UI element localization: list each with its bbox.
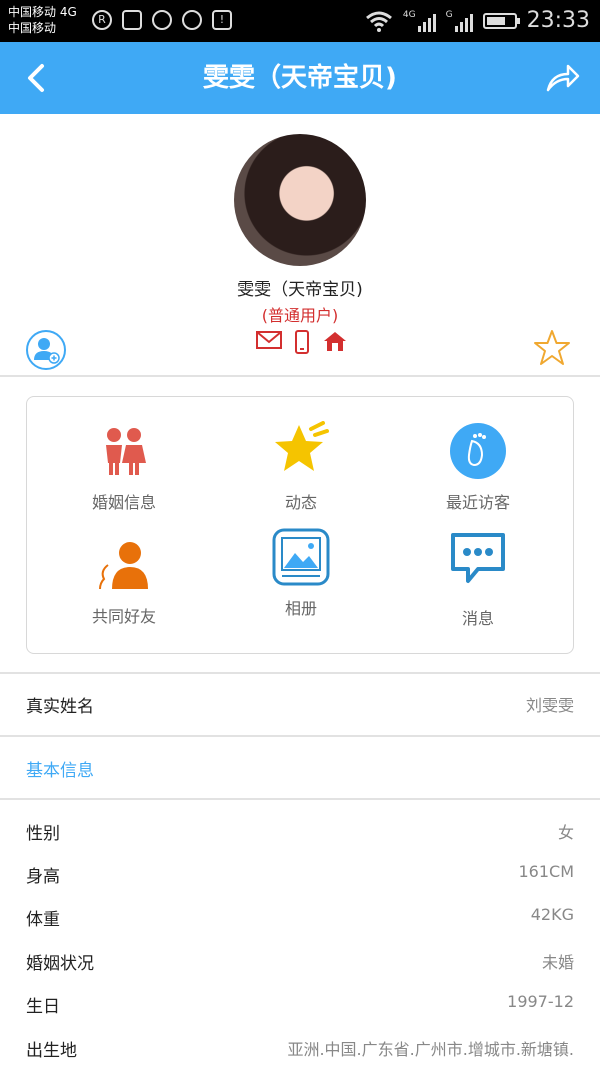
signal-g-icon: G: [446, 10, 473, 32]
status-right: 4G G 23:33: [365, 8, 590, 33]
star-burst-icon: [275, 421, 329, 471]
info-label: 生日: [26, 997, 60, 1017]
add-friend-icon: [34, 338, 60, 364]
grid-item-moments[interactable]: 动态: [221, 421, 381, 513]
page-title: 雯雯（天帝宝贝): [203, 63, 397, 93]
info-row-gender: 性别 女: [26, 819, 574, 849]
grid-item-label: 婚姻信息: [91, 493, 156, 512]
home-icon[interactable]: [322, 330, 348, 352]
real-name-row: 真实姓名 刘雯雯: [26, 692, 574, 722]
signal-4g-icon: 4G: [403, 10, 436, 32]
battery-icon: [482, 12, 520, 29]
share-button[interactable]: [544, 62, 580, 94]
feature-grid: 婚姻信息 动态 最近访客 共同好友 相册 消息: [26, 396, 574, 654]
info-label: 婚姻状况: [26, 954, 94, 974]
status-bar: 中国移动 4G 中国移动 R ! 4G G 23:33: [0, 0, 600, 42]
phone-icon[interactable]: [294, 330, 310, 354]
info-value: 未婚: [541, 953, 574, 972]
info-value: 1997-12: [507, 992, 574, 1011]
mail-icon[interactable]: [256, 330, 282, 350]
share-icon: [546, 64, 580, 92]
network-badge-g: G: [445, 9, 453, 20]
grid-item-album[interactable]: 相册: [221, 527, 381, 619]
basic-info-title: 基本信息: [26, 761, 94, 781]
image-icon: [122, 10, 142, 30]
divider: [0, 375, 600, 377]
add-friend-button[interactable]: [26, 330, 66, 370]
info-value: 161CM: [518, 862, 574, 881]
grid-item-messages[interactable]: 消息: [398, 529, 558, 629]
carrier-line-1: 中国移动 4G: [8, 5, 77, 19]
info-row-birthplace: 出生地 亚洲.中国.广东省.广州市.增城市.新塘镇.: [26, 1036, 574, 1066]
info-label: 体重: [26, 910, 60, 930]
clock: 23:33: [526, 8, 590, 33]
info-value: 女: [557, 823, 574, 842]
footprint-icon: [450, 423, 506, 479]
info-label: 性别: [26, 824, 60, 844]
grid-item-label: 共同好友: [91, 607, 156, 626]
r-app-icon: R: [92, 10, 112, 30]
wifi-icon: [365, 11, 392, 32]
photo-album-icon: [272, 528, 330, 586]
info-value: 42KG: [530, 905, 574, 924]
info-label: 身高: [26, 867, 60, 887]
grid-item-marriage-info[interactable]: 婚姻信息: [44, 421, 204, 513]
info-row-weight: 体重 42KG: [26, 905, 574, 935]
hand-icon: [152, 10, 172, 30]
info-row-birthday: 生日 1997-12: [26, 992, 574, 1022]
favorite-star-icon[interactable]: [532, 328, 572, 368]
divider: [0, 735, 600, 737]
profile-name: 雯雯（天帝宝贝): [237, 280, 363, 300]
divider: [0, 672, 600, 674]
couple-icon: [106, 428, 146, 475]
grid-item-recent-visitors[interactable]: 最近访客: [398, 421, 558, 513]
grid-item-label: 相册: [284, 599, 317, 618]
grid-item-label: 动态: [284, 493, 317, 512]
contact-icons: [256, 330, 348, 354]
friends-icon: [99, 542, 148, 590]
grid-item-label: 消息: [461, 609, 494, 628]
app-header: 雯雯（天帝宝贝): [0, 42, 600, 114]
chat-bubble-icon: [451, 533, 505, 583]
divider: [0, 798, 600, 800]
network-badge-4g: 4G: [402, 9, 416, 20]
carrier-info: 中国移动 4G 中国移动: [8, 4, 77, 36]
avatar[interactable]: [234, 134, 366, 266]
info-label: 出生地: [26, 1041, 77, 1061]
real-name-label: 真实姓名: [26, 697, 94, 717]
shield-icon: [182, 10, 202, 30]
notification-icons: R !: [92, 10, 232, 30]
info-row-height: 身高 161CM: [26, 862, 574, 892]
grid-item-mutual-friends[interactable]: 共同好友: [44, 535, 204, 627]
user-type-badge: (普通用户): [261, 306, 339, 325]
grid-item-label: 最近访客: [445, 493, 510, 512]
sim-alert-icon: !: [212, 10, 232, 30]
info-value: 亚洲.中国.广东省.广州市.增城市.新塘镇.: [287, 1040, 574, 1059]
real-name-value: 刘雯雯: [525, 696, 574, 715]
carrier-line-2: 中国移动: [8, 21, 57, 35]
info-row-marital-status: 婚姻状况 未婚: [26, 949, 574, 979]
